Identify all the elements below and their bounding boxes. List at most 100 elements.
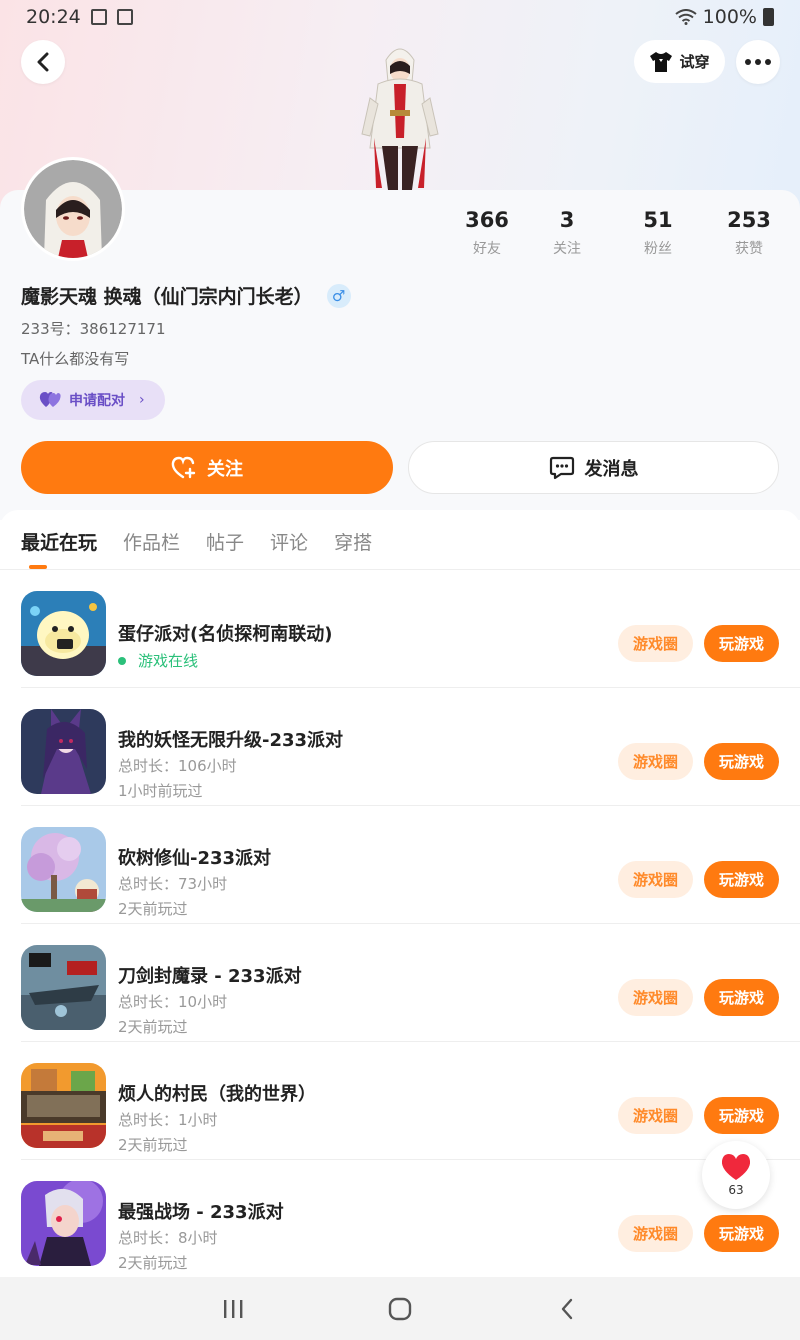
status-time: 20:24	[26, 6, 81, 28]
recent-apps-button[interactable]	[203, 1289, 263, 1329]
game-title: 砍树修仙-233派对	[118, 848, 272, 869]
chevron-left-icon	[561, 1298, 572, 1319]
try-on-button[interactable]: 试穿	[634, 40, 725, 83]
game-title: 最强战场 - 233派对	[118, 1202, 284, 1223]
double-heart-icon	[39, 392, 61, 407]
try-on-label: 试穿	[679, 53, 710, 71]
like-floating-button[interactable]: 63	[702, 1141, 770, 1209]
last-played: 1小时前玩过	[118, 782, 203, 800]
more-dots-icon	[745, 59, 771, 65]
wifi-icon	[675, 9, 697, 25]
recent-apps-icon	[224, 1299, 243, 1318]
stat-value: 253	[727, 208, 771, 232]
bio: TA什么都没有写	[21, 350, 130, 368]
play-duration: 总时长：106小时	[118, 757, 237, 775]
last-played: 2天前玩过	[118, 900, 188, 918]
user-id[interactable]: 233号：386127171	[21, 318, 166, 339]
game-icon	[21, 591, 106, 676]
game-title: 烦人的村民（我的世界）	[118, 1084, 316, 1105]
battery-icon	[763, 8, 774, 26]
heart-icon	[721, 1154, 751, 1180]
online-status: 游戏在线	[118, 650, 198, 671]
stat-value: 51	[643, 208, 673, 232]
play-duration: 总时长：1小时	[118, 1111, 218, 1129]
stat-label: 好友	[473, 241, 501, 257]
list-item[interactable]: 砍树修仙-233派对 总时长：73小时 2天前玩过 游戏圈 玩游戏	[0, 806, 800, 924]
game-circle-button[interactable]: 游戏圈	[618, 625, 693, 662]
username: 魔影天魂 换魂（仙门宗内门长老）	[21, 286, 313, 308]
chevron-left-icon	[37, 52, 49, 72]
play-game-button[interactable]: 玩游戏	[704, 625, 779, 662]
play-game-button[interactable]: 玩游戏	[704, 1097, 779, 1134]
game-circle-button[interactable]: 游戏圈	[618, 1215, 693, 1252]
game-circle-button[interactable]: 游戏圈	[618, 979, 693, 1016]
chat-bubble-icon	[549, 456, 574, 479]
like-count: 63	[728, 1183, 744, 1197]
stat-friends[interactable]: 366 好友	[442, 208, 532, 258]
tshirt-icon	[650, 51, 673, 72]
tab-comments[interactable]: 评论	[270, 528, 308, 555]
play-game-button[interactable]: 玩游戏	[704, 861, 779, 898]
apply-pair-label: 申请配对	[69, 393, 125, 409]
game-circle-button[interactable]: 游戏圈	[618, 743, 693, 780]
tab-works[interactable]: 作品栏	[123, 528, 180, 555]
tab-posts[interactable]: 帖子	[206, 528, 244, 555]
list-item[interactable]: 烦人的村民（我的世界） 总时长：1小时 2天前玩过 游戏圈 玩游戏	[0, 1042, 800, 1160]
game-title: 我的妖怪无限升级-233派对	[118, 730, 344, 751]
stat-following[interactable]: 3 关注	[522, 208, 612, 258]
nav-back-button[interactable]	[537, 1289, 597, 1329]
list-item[interactable]: 我的妖怪无限升级-233派对 总时长：106小时 1小时前玩过 游戏圈 玩游戏	[0, 688, 800, 806]
more-button[interactable]	[736, 40, 780, 84]
system-nav-bar	[0, 1277, 800, 1340]
game-title: 蛋仔派对(名侦探柯南联动)	[118, 624, 333, 645]
username-row: 魔影天魂 换魂（仙门宗内门长老） ♂	[21, 282, 351, 309]
play-duration: 总时长：10小时	[118, 993, 228, 1011]
send-message-label: 发消息	[584, 458, 639, 480]
play-game-button[interactable]: 玩游戏	[704, 743, 779, 780]
play-duration: 总时长：8小时	[118, 1229, 218, 1247]
stat-likes[interactable]: 253 获赞	[704, 208, 794, 258]
game-icon	[21, 709, 106, 794]
online-status-label: 游戏在线	[138, 652, 199, 670]
content-panel: 最近在玩 作品栏 帖子 评论 穿搭 蛋仔派对(名侦探柯南联动) 游戏在线 游戏圈…	[0, 510, 800, 1280]
list-item[interactable]: 刀剑封魔录 - 233派对 总时长：10小时 2天前玩过 游戏圈 玩游戏	[0, 924, 800, 1042]
game-icon	[21, 1063, 106, 1148]
apply-pair-button[interactable]: 申请配对 ›	[21, 380, 165, 420]
game-icon	[21, 827, 106, 912]
stat-label: 粉丝	[644, 241, 672, 257]
list-item[interactable]: 蛋仔派对(名侦探柯南联动) 游戏在线 游戏圈 玩游戏	[0, 570, 800, 688]
stat-value: 3	[559, 208, 575, 232]
game-title: 刀剑封魔录 - 233派对	[118, 966, 302, 987]
follow-button[interactable]: 关注	[21, 441, 393, 494]
follow-label: 关注	[207, 458, 243, 480]
game-circle-button[interactable]: 游戏圈	[618, 861, 693, 898]
heart-plus-icon	[171, 456, 196, 478]
game-circle-button[interactable]: 游戏圈	[618, 1097, 693, 1134]
avatar-image	[24, 160, 122, 258]
list-item[interactable]: 最强战场 - 233派对 总时长：8小时 2天前玩过 游戏圈 玩游戏	[0, 1160, 800, 1278]
tab-bar: 最近在玩 作品栏 帖子 评论 穿搭	[21, 528, 372, 555]
stat-value: 366	[465, 208, 509, 232]
home-icon	[388, 1297, 412, 1320]
stat-label: 关注	[553, 241, 581, 257]
last-played: 2天前玩过	[118, 1018, 188, 1036]
character-figure	[361, 48, 439, 190]
home-button[interactable]	[370, 1289, 430, 1329]
game-icon	[21, 945, 106, 1030]
tab-outfits[interactable]: 穿搭	[334, 528, 372, 555]
play-game-button[interactable]: 玩游戏	[704, 979, 779, 1016]
last-played: 2天前玩过	[118, 1254, 188, 1272]
game-icon	[21, 1181, 106, 1266]
gallery-icon	[90, 9, 107, 25]
back-button[interactable]	[21, 40, 65, 84]
online-dot-icon	[118, 656, 126, 665]
play-game-button[interactable]: 玩游戏	[704, 1215, 779, 1252]
status-bar: 20:24 100%	[0, 0, 800, 34]
tab-recently-played[interactable]: 最近在玩	[21, 528, 97, 555]
check-icon	[116, 9, 133, 25]
stat-followers[interactable]: 51 粉丝	[613, 208, 703, 258]
avatar[interactable]	[21, 157, 125, 261]
chevron-right-icon: ›	[139, 392, 145, 408]
male-gender-icon: ♂	[326, 283, 351, 308]
send-message-button[interactable]: 发消息	[408, 441, 779, 494]
